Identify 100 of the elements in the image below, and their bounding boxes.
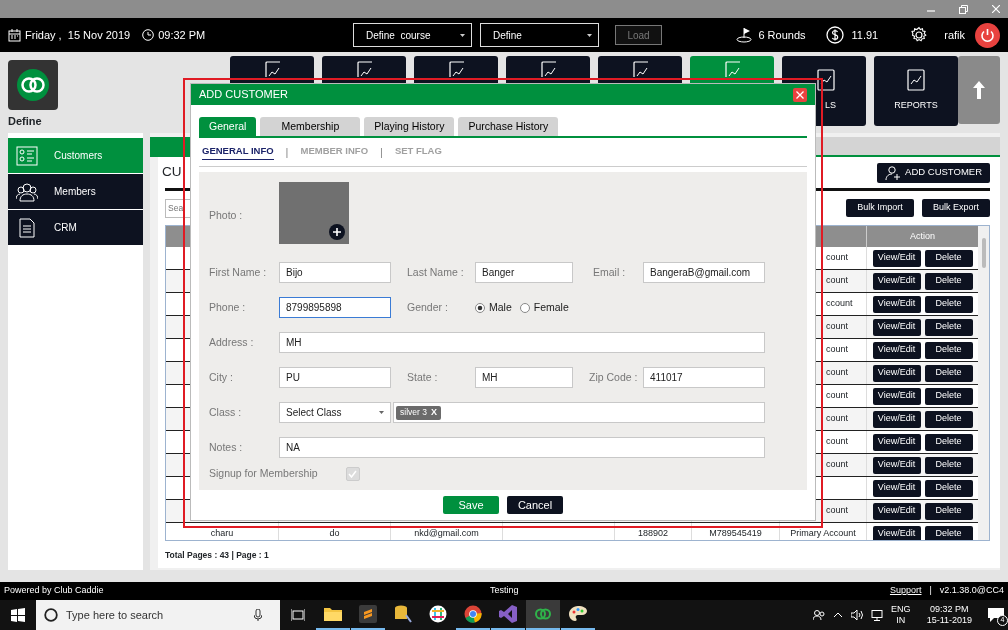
delete-button[interactable]: Delete <box>924 433 973 451</box>
input-field[interactable]: Bijo <box>279 262 391 283</box>
sidebar-item[interactable]: CRM <box>8 210 143 245</box>
folder-icon <box>324 605 342 623</box>
taskbar-search-field[interactable]: Type here to search <box>36 600 280 630</box>
modal-tab[interactable]: Membership <box>260 117 361 136</box>
radio-option[interactable]: Male <box>475 299 512 316</box>
close-icon[interactable] <box>992 5 1000 13</box>
remove-tag-button[interactable]: X <box>430 405 437 420</box>
modal-tab[interactable]: Purchase History <box>458 117 559 136</box>
close-icon[interactable] <box>793 87 807 102</box>
add-customer-button[interactable]: ADD CUSTOMER <box>877 162 990 183</box>
input-field[interactable]: 8799895898 <box>279 297 391 318</box>
checklist-icon <box>16 145 38 166</box>
delete-button[interactable]: Delete <box>924 502 973 520</box>
dropdown[interactable]: Define <box>480 23 599 47</box>
scrollbar[interactable] <box>978 226 989 540</box>
input-field[interactable]: Banger <box>475 262 573 283</box>
rounds-text: 6 Rounds <box>758 27 806 43</box>
modal-tab[interactable]: Playing History <box>364 117 455 136</box>
tag-input-field[interactable]: silver 3 X <box>393 402 765 423</box>
support-link[interactable]: Support <box>889 584 922 598</box>
edit-button[interactable]: View/Edit <box>872 525 921 540</box>
field-label: First Name : <box>209 264 268 280</box>
input-field[interactable]: NA <box>279 437 765 458</box>
bulk-button[interactable]: Bulk Import <box>846 199 914 217</box>
edit-button[interactable]: View/Edit <box>872 479 921 497</box>
field-label: Signup for Membership <box>209 466 318 481</box>
document-icon <box>264 61 280 77</box>
section-tab[interactable]: GENERAL INFO <box>202 143 274 161</box>
edit-button[interactable]: View/Edit <box>872 502 921 520</box>
edit-button[interactable]: View/Edit <box>872 456 921 474</box>
edit-button[interactable]: View/Edit <box>872 318 921 336</box>
field-label: Last Name : <box>406 264 465 280</box>
input-field[interactable]: 411017 <box>643 367 765 388</box>
task-view-icon[interactable] <box>291 609 305 621</box>
document-icon <box>724 61 740 77</box>
separator-text: | <box>929 584 932 598</box>
power-button-icon[interactable] <box>975 22 1000 48</box>
balance-text: 11.91 <box>851 27 879 43</box>
edit-button[interactable]: View/Edit <box>872 249 921 267</box>
edit-button[interactable]: View/Edit <box>872 295 921 313</box>
sidebar-item[interactable]: Customers <box>8 138 143 173</box>
input-field[interactable]: PU <box>279 367 391 388</box>
input-field[interactable]: MH <box>279 332 765 353</box>
settings-icon[interactable] <box>910 26 929 44</box>
calendar-icon <box>8 28 21 42</box>
input-field[interactable]: BangeraB@gmail.com <box>643 262 765 283</box>
sidebar-item[interactable]: Members <box>8 174 143 209</box>
input-field[interactable]: MH <box>475 367 573 388</box>
message-icon <box>988 608 1004 622</box>
document-icon <box>906 69 926 92</box>
user-name: rafik <box>944 27 965 43</box>
modal-tab[interactable]: General <box>199 117 257 136</box>
dropdown[interactable]: Define course <box>353 23 472 47</box>
people-icon[interactable] <box>813 609 826 621</box>
editor-icon <box>359 605 377 623</box>
delete-button[interactable]: Delete <box>924 387 973 405</box>
cancel-button[interactable]: Cancel <box>507 496 563 514</box>
save-button[interactable]: Save <box>443 496 499 514</box>
delete-button[interactable]: Delete <box>924 272 973 290</box>
edit-button[interactable]: View/Edit <box>872 364 921 382</box>
edit-button[interactable]: View/Edit <box>872 272 921 290</box>
radio-option[interactable]: Female <box>519 299 569 316</box>
bulk-button[interactable]: Bulk Export <box>922 199 990 217</box>
add-photo-icon[interactable] <box>329 224 345 240</box>
language-text[interactable]: ENG <box>891 603 911 615</box>
palette-icon <box>569 605 587 623</box>
class-dropdown[interactable]: Select Class <box>279 402 391 423</box>
scrollbar-thumb[interactable] <box>982 238 986 268</box>
app-name: Define <box>8 114 42 129</box>
clock-text[interactable]: 09:32 PM <box>930 603 969 615</box>
region-text[interactable]: IN <box>896 615 906 627</box>
field-label: City : <box>209 369 234 385</box>
radio-icon <box>475 302 485 313</box>
scroll-up-button[interactable] <box>958 56 1000 124</box>
edit-button[interactable]: View/Edit <box>872 433 921 451</box>
photo-placeholder[interactable] <box>279 182 349 244</box>
delete-button[interactable]: Delete <box>924 525 973 540</box>
delete-button[interactable]: Delete <box>924 479 973 497</box>
delete-button[interactable]: Delete <box>924 364 973 382</box>
delete-button[interactable]: Delete <box>924 318 973 336</box>
windows-icon[interactable] <box>11 608 25 622</box>
delete-button[interactable]: Delete <box>924 410 973 428</box>
monitor-icon[interactable] <box>871 609 884 621</box>
delete-button[interactable]: Delete <box>924 295 973 313</box>
edit-button[interactable]: View/Edit <box>872 341 921 359</box>
chevron-up-icon[interactable] <box>833 612 844 618</box>
edit-button[interactable]: View/Edit <box>872 410 921 428</box>
restore-icon[interactable] <box>959 4 968 14</box>
field-label: Gender : <box>406 299 449 315</box>
delete-button[interactable]: Delete <box>924 249 973 267</box>
modal-title: ADD CUSTOMER <box>199 87 289 103</box>
clock-icon <box>142 29 155 41</box>
date-text[interactable]: 15-11-2019 <box>926 615 972 627</box>
nav-tile[interactable]: REPORTS <box>874 56 958 126</box>
delete-button[interactable]: Delete <box>924 456 973 474</box>
speaker-icon[interactable] <box>851 610 864 620</box>
delete-button[interactable]: Delete <box>924 341 973 359</box>
edit-button[interactable]: View/Edit <box>872 387 921 405</box>
